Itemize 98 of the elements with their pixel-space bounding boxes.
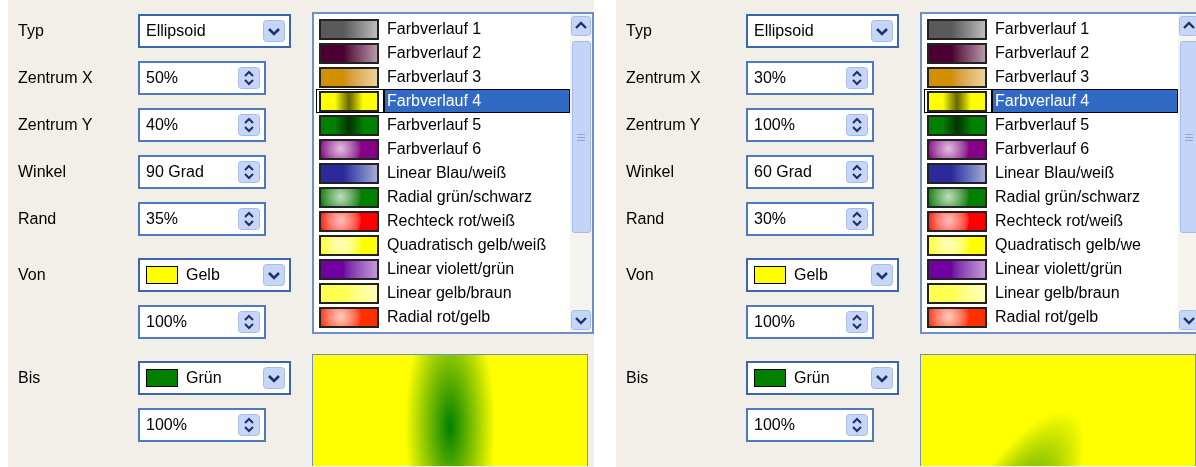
spin-field[interactable]: 100% [746,305,874,339]
spin-field[interactable]: 90 Grad [138,155,266,189]
field-label: Winkel [626,163,675,181]
spin-arrows-icon[interactable] [238,311,260,333]
grip-icon [1185,133,1193,141]
spin-field[interactable]: 100% [746,108,874,142]
dropdown-field[interactable]: Grün [746,361,899,395]
gradient-list-item[interactable]: Rechteck rot/weiß [316,209,570,233]
dropdown-value: Grün [794,369,831,387]
field-label: Zentrum Y [18,116,94,134]
gradient-list-item[interactable]: Linear violett/grün [316,257,570,281]
spin-value: 50% [146,69,180,87]
spin-value: 30% [754,69,788,87]
spin-value: 30% [754,210,788,228]
spin-field[interactable]: 50% [138,61,266,95]
gradient-list-item[interactable]: Linear violett/grün [924,257,1178,281]
scroll-up-icon[interactable] [1179,16,1196,36]
spin-arrows-icon[interactable] [238,114,260,136]
dropdown-field[interactable]: Gelb [138,258,291,292]
gradient-list-item[interactable]: Farbverlauf 5 [924,113,1178,137]
spin-value: 100% [754,416,796,434]
spin-arrows-icon[interactable] [846,67,868,89]
scroll-up-icon[interactable] [571,16,591,36]
dropdown-field[interactable]: Ellipsoid [746,14,899,48]
gradient-list-item[interactable]: Radial rot/gelb [316,305,570,329]
gradient-list-item[interactable]: Quadratisch gelb/we [924,233,1178,257]
dropdown-value: Ellipsoid [754,22,815,40]
scroll-down-icon[interactable] [1179,310,1196,330]
scrollbar[interactable] [1178,14,1196,332]
field-label: Zentrum Y [626,116,702,134]
spin-value: 100% [146,313,188,331]
spin-value: 100% [146,416,188,434]
gradient-list-item[interactable]: Farbverlauf 2 [924,41,1178,65]
field-label: Rand [626,210,666,228]
gradient-list-item[interactable]: Farbverlauf 3 [316,65,570,89]
dropdown-value: Gelb [186,266,221,284]
dropdown-value: Grün [186,369,223,387]
spin-arrows-icon[interactable] [846,414,868,436]
spin-field[interactable]: 60 Grad [746,155,874,189]
spin-arrows-icon[interactable] [238,161,260,183]
spin-value: 35% [146,210,180,228]
spin-arrows-icon[interactable] [846,208,868,230]
dropdown-value: Gelb [794,266,829,284]
spin-value: 100% [754,116,796,134]
gradient-list-item[interactable]: Radial grün/schwarz [316,185,570,209]
scrollbar[interactable] [570,14,592,332]
field-label: Von [626,266,655,284]
field-label: Von [18,266,47,284]
dropdown-field[interactable]: Grün [138,361,291,395]
gradient-list-item[interactable]: Farbverlauf 1 [924,17,1178,41]
gradient-list-item[interactable]: Farbverlauf 4 [924,89,1178,113]
spin-value: 60 Grad [754,163,813,181]
grip-icon [577,133,585,141]
spin-field[interactable]: 100% [746,408,874,442]
spin-field[interactable]: 100% [138,305,266,339]
gradient-list-item[interactable]: Farbverlauf 2 [316,41,570,65]
spin-value: 90 Grad [146,163,205,181]
spin-arrows-icon[interactable] [846,114,868,136]
gradient-list-item[interactable]: Radial grün/schwarz [924,185,1178,209]
spin-field[interactable]: 30% [746,202,874,236]
spin-arrows-icon[interactable] [846,161,868,183]
gradient-list-item[interactable]: Linear Blau/weiß [316,161,570,185]
gradient-list-item[interactable]: Quadratisch gelb/weiß [316,233,570,257]
field-label: Winkel [18,163,67,181]
gradient-list-item[interactable]: Farbverlauf 6 [924,137,1178,161]
field-label: Bis [18,369,42,387]
gradient-list-item[interactable]: Farbverlauf 5 [316,113,570,137]
field-label: Bis [626,369,650,387]
field-label: Typ [18,22,45,40]
gradient-list-item[interactable]: Rechteck rot/weiß [924,209,1178,233]
gradient-list-item[interactable]: Farbverlauf 4 [316,89,570,113]
gradient-list-item[interactable]: Linear Blau/weiß [924,161,1178,185]
field-label: Zentrum X [626,69,702,87]
spin-value: 100% [754,313,796,331]
scrollbar-thumb[interactable] [1179,41,1196,233]
spin-value: 40% [146,116,180,134]
field-label: Typ [626,22,653,40]
spin-arrows-icon[interactable] [238,414,260,436]
spin-field[interactable]: 40% [138,108,266,142]
spin-field[interactable]: 35% [138,202,266,236]
dropdown-field[interactable]: Gelb [746,258,899,292]
gradient-list-item[interactable]: Linear gelb/braun [924,281,1178,305]
spin-arrows-icon[interactable] [846,311,868,333]
scrollbar-thumb[interactable] [571,41,591,233]
dropdown-value: Ellipsoid [146,22,207,40]
spin-arrows-icon[interactable] [238,67,260,89]
dropdown-field[interactable]: Ellipsoid [138,14,291,48]
spin-field[interactable]: 30% [746,61,874,95]
gradient-list-item[interactable]: Radial rot/gelb [924,305,1178,329]
field-label: Zentrum X [18,69,94,87]
field-label: Rand [18,210,58,228]
gradient-list-item[interactable]: Farbverlauf 1 [316,17,570,41]
scroll-down-icon[interactable] [571,310,591,330]
spin-arrows-icon[interactable] [238,208,260,230]
spin-field[interactable]: 100% [138,408,266,442]
gradient-list-item[interactable]: Farbverlauf 3 [924,65,1178,89]
gradient-list-item[interactable]: Linear gelb/braun [316,281,570,305]
gradient-list-item[interactable]: Farbverlauf 6 [316,137,570,161]
